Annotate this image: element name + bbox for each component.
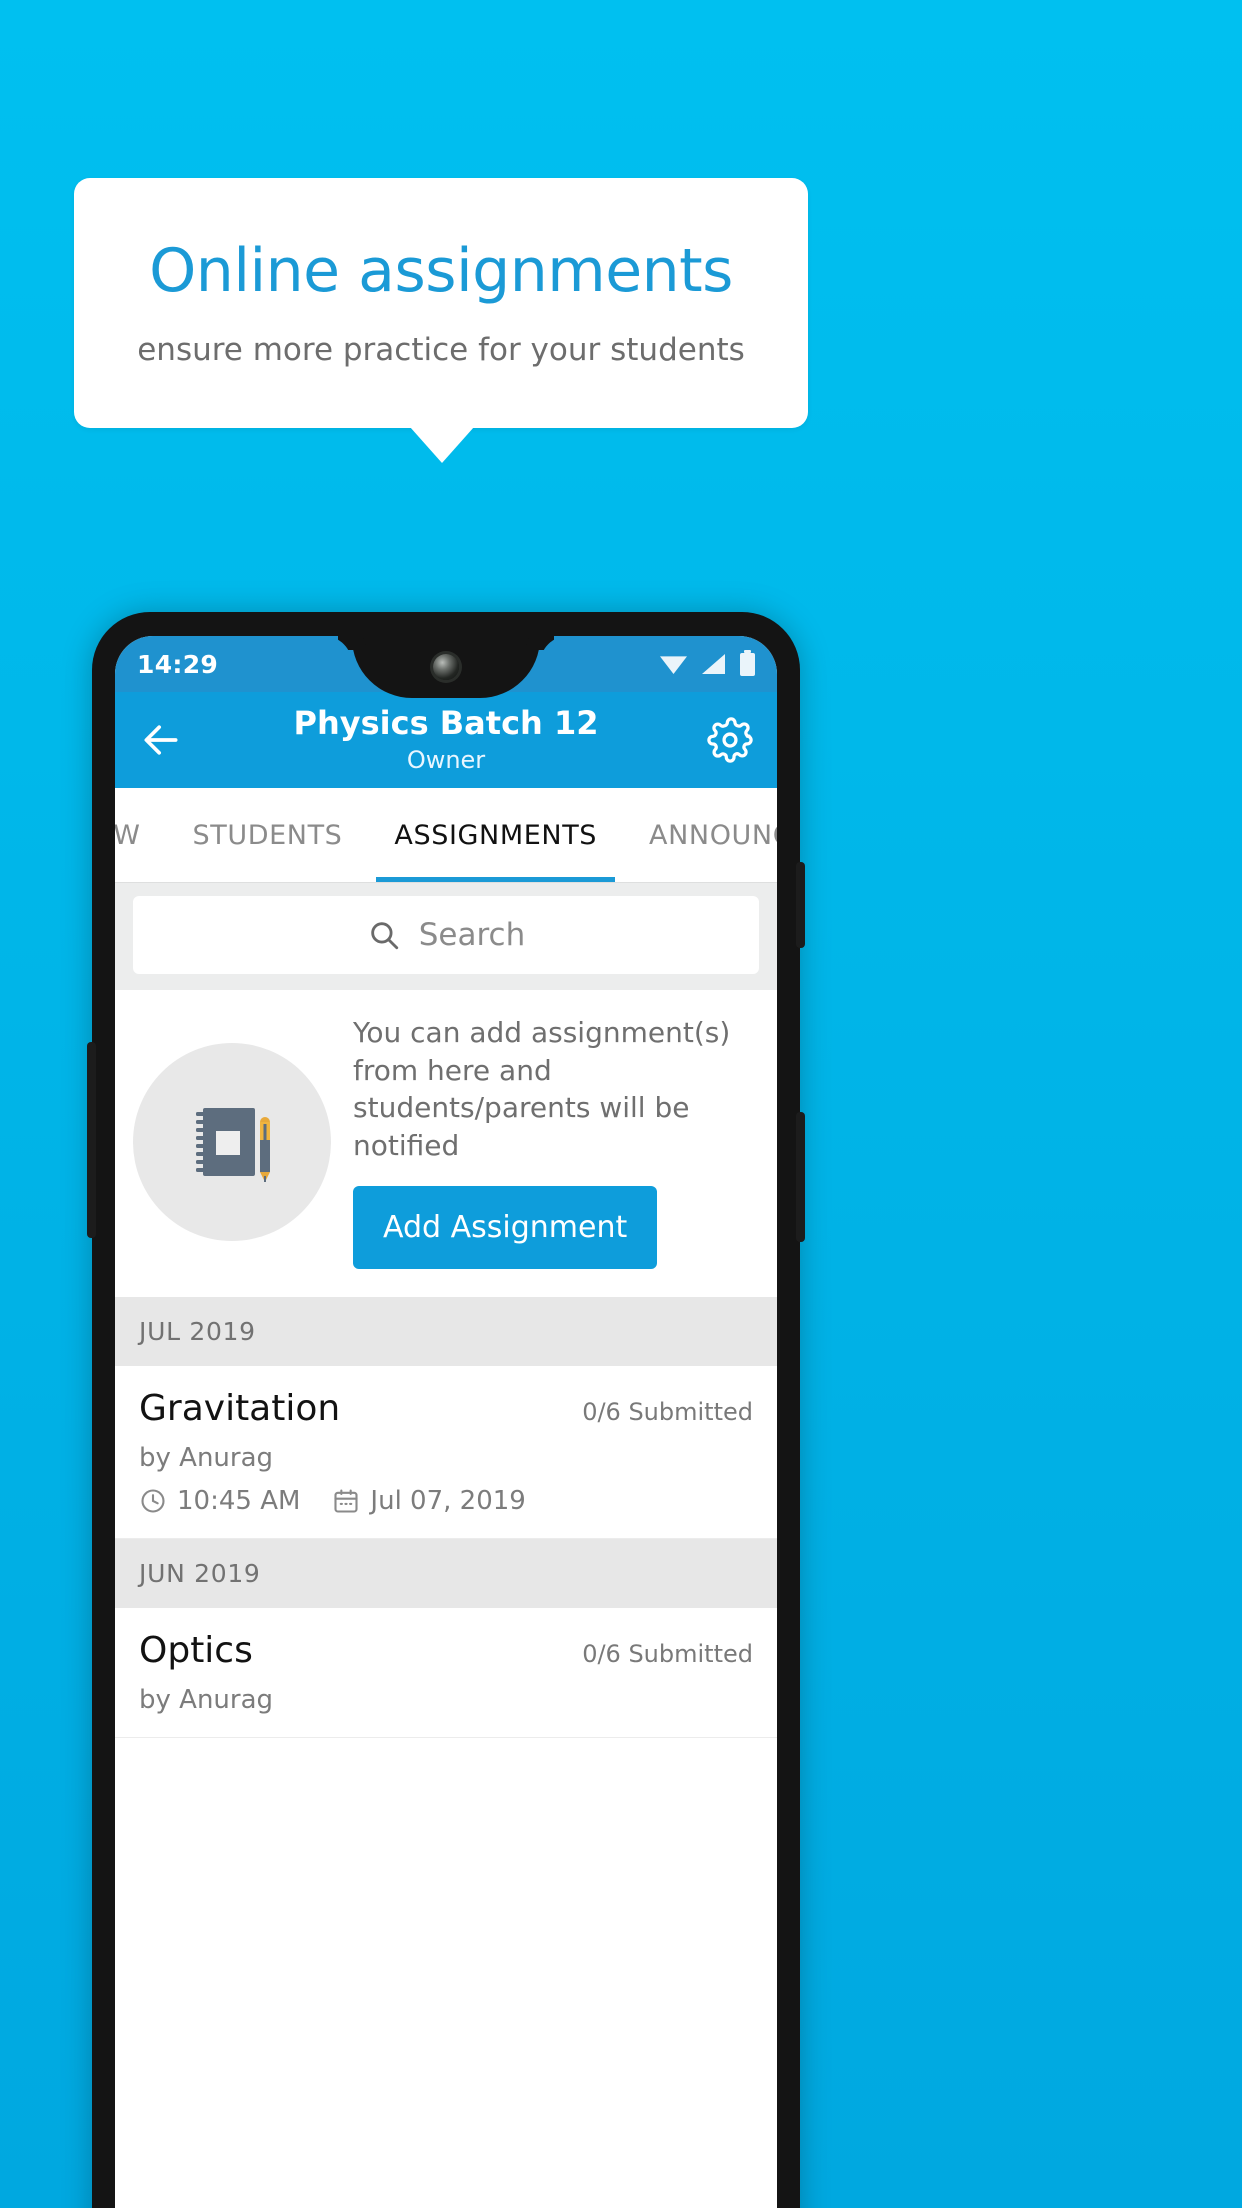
assignment-author: by Anurag — [139, 1685, 274, 1716]
status-badge: 0/6 Submitted — [582, 1640, 753, 1669]
search-placeholder: Search — [418, 917, 526, 953]
assignment-date: Jul 07, 2019 — [370, 1486, 526, 1517]
promo-bubble: Online assignments ensure more practice … — [74, 178, 808, 428]
battery-icon — [740, 649, 755, 676]
assignment-title: Optics — [139, 1630, 253, 1672]
promo-title: Online assignments — [149, 236, 733, 306]
assignment-row-top: Gravitation 0/6 Submitted — [139, 1388, 753, 1429]
assignment-time: 10:45 AM — [177, 1486, 301, 1517]
app-bar-titles: Physics Batch 12 Owner — [115, 692, 777, 788]
app-bar: Physics Batch 12 Owner — [115, 692, 777, 788]
status-clock: 14:29 — [137, 649, 219, 679]
display-notch — [352, 636, 540, 698]
search-area: Search — [115, 882, 777, 990]
table-row[interactable]: Optics 0/6 Submitted by Anurag — [115, 1608, 777, 1739]
calendar-icon — [334, 1489, 358, 1513]
empty-state-right: You can add assignment(s) from here and … — [353, 1014, 759, 1270]
power-button[interactable] — [796, 862, 805, 948]
empty-state-card: You can add assignment(s) from here and … — [115, 990, 777, 1298]
clock-icon — [141, 1489, 165, 1513]
month-header-jun: JUN 2019 — [115, 1539, 777, 1609]
tab-assignments[interactable]: ASSIGNMENTS — [368, 788, 623, 882]
assignment-meta: 10:45 AM Jul 07, 2019 — [139, 1486, 753, 1516]
wifi-icon — [660, 656, 687, 674]
assignment-title: Gravitation — [139, 1388, 341, 1430]
tab-students[interactable]: STUDENTS — [167, 788, 369, 882]
status-bar: 14:29 — [115, 636, 777, 698]
status-badge: 0/6 Submitted — [582, 1398, 753, 1427]
tab-announcements[interactable]: ANNOUNCEMENTS — [623, 788, 777, 882]
status-icon-group — [660, 649, 755, 676]
signal-icon — [702, 654, 725, 674]
promo-bubble-tail — [410, 427, 474, 463]
month-header-jul: JUL 2019 — [115, 1297, 777, 1367]
volume-button-right[interactable] — [796, 1112, 805, 1242]
add-assignment-button[interactable]: Add Assignment — [353, 1186, 658, 1270]
tab-overview[interactable]: IEW — [115, 788, 167, 882]
search-input[interactable]: Search — [133, 896, 759, 974]
gear-icon[interactable] — [707, 717, 753, 763]
back-arrow-icon[interactable] — [139, 718, 183, 762]
notebook-pen-icon — [133, 1042, 331, 1241]
empty-state-message: You can add assignment(s) from here and … — [353, 1016, 731, 1162]
phone-frame: 14:29 Physics Batch 12 Owner W STUDENTS … — [87, 612, 805, 2208]
assignment-row-top: Optics 0/6 Submitted — [139, 1630, 753, 1671]
table-row[interactable]: Gravitation 0/6 Submitted by Anurag 10:4… — [115, 1366, 777, 1540]
page-title: Physics Batch 12 — [293, 703, 599, 742]
promo-subtitle: ensure more practice for your students — [137, 332, 745, 368]
volume-button-left[interactable] — [87, 1042, 96, 1238]
search-icon — [370, 922, 398, 950]
assignment-author: by Anurag — [139, 1443, 274, 1474]
phone-screen: 14:29 Physics Batch 12 Owner W STUDENTS … — [115, 636, 777, 2208]
tab-bar[interactable]: IEW STUDENTS ASSIGNMENTS ANNOUNCEMENTS — [115, 788, 777, 882]
page-subtitle: Owner — [406, 746, 486, 775]
front-camera-icon — [433, 654, 459, 680]
